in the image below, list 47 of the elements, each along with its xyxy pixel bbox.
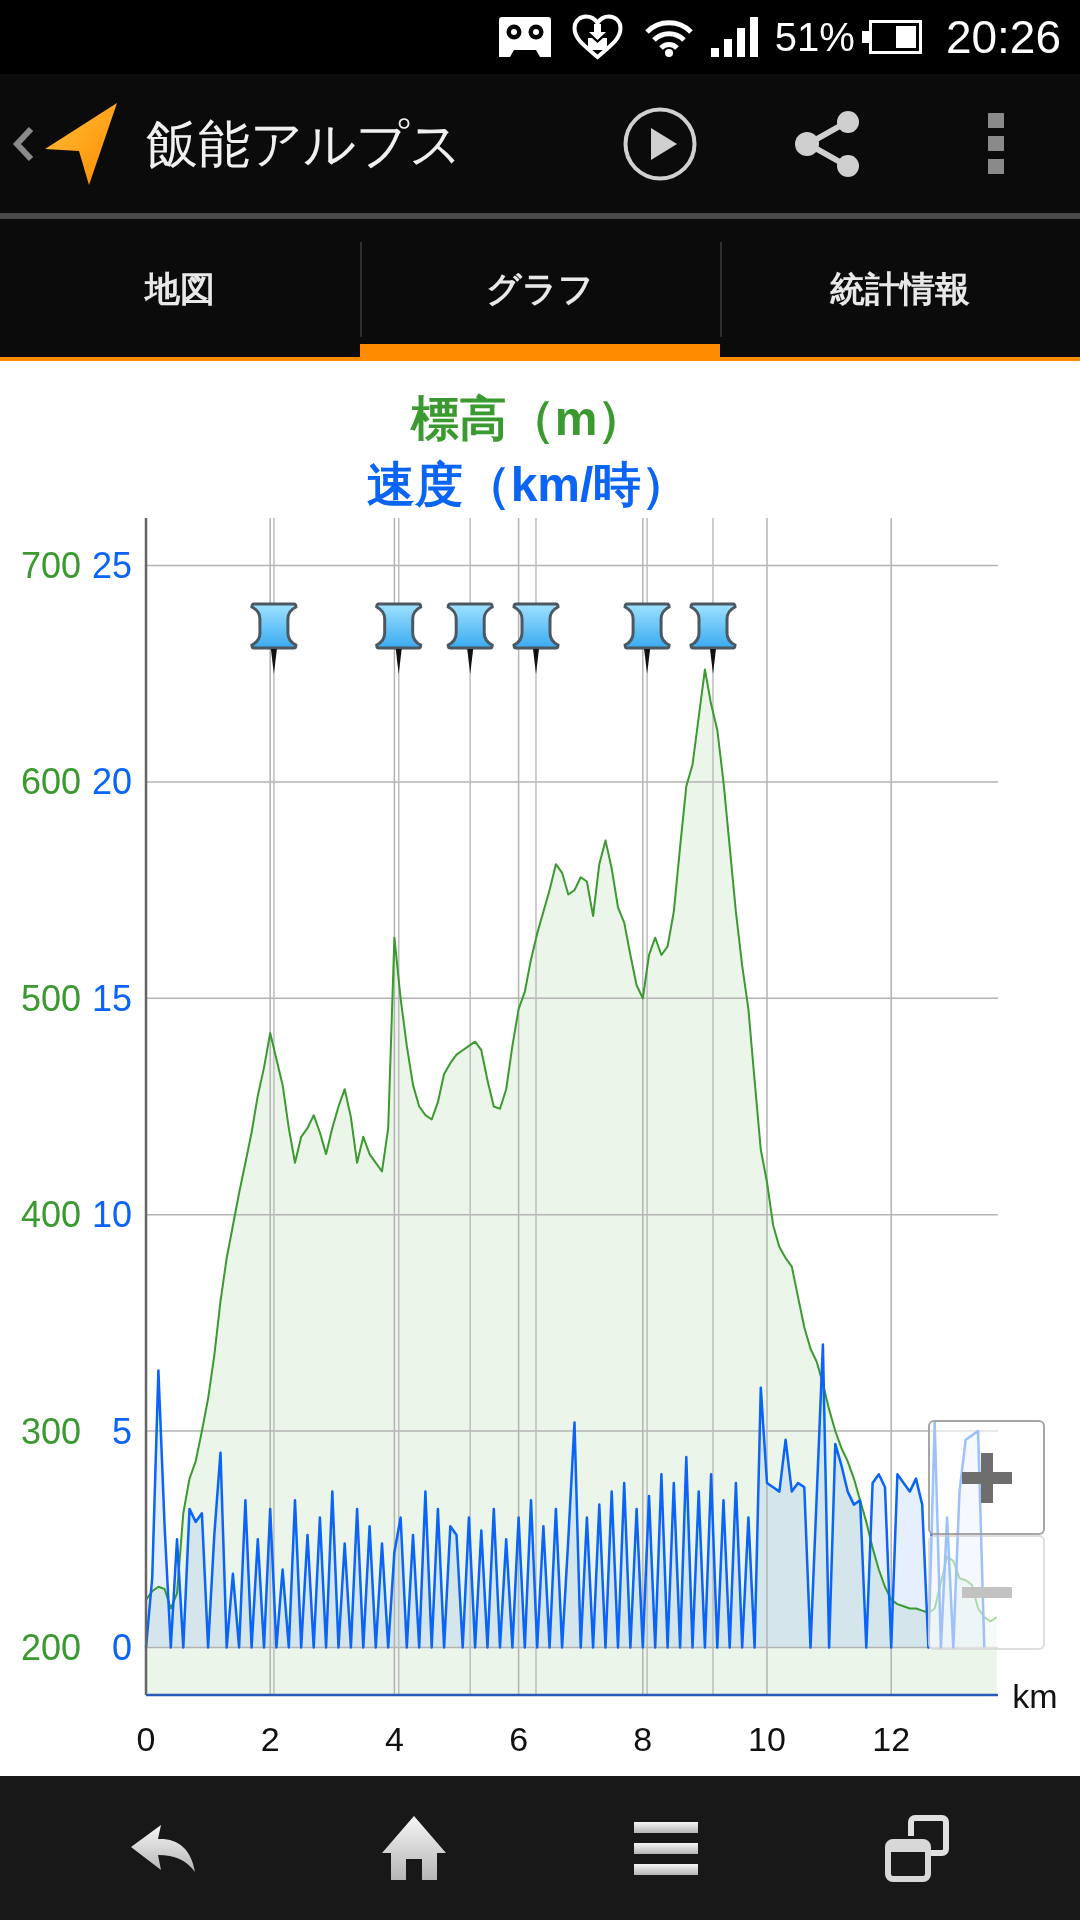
y-tick-label: 10 [91,1194,132,1236]
pushpin-icon [375,602,423,674]
pushpin-icon [250,602,298,674]
clock: 20:26 [945,11,1061,63]
menu-icon[interactable] [633,1821,698,1875]
tab[interactable]: 統計情報 [720,219,1080,361]
x-tick-label: 0 [136,1720,156,1758]
cassette-icon [498,17,551,57]
y-tick-label: 5 [111,1410,132,1452]
series-title: 標高（m） [410,391,646,447]
y-tick-label: 600 [20,761,81,803]
battery-icon [861,20,922,54]
tab[interactable]: グラフ [360,219,720,361]
y-tick-label: 700 [20,545,81,587]
x-tick-label: 10 [748,1720,786,1758]
pushpin-icon [446,602,494,674]
x-tick-label: 6 [509,1720,529,1758]
series-title: 速度（km/時） [366,457,690,513]
overflow-menu-icon[interactable] [988,113,1004,174]
wifi-icon [643,17,694,57]
recent-apps-icon[interactable] [885,1814,949,1882]
back-icon[interactable] [131,1824,195,1872]
x-tick-label: 4 [384,1720,404,1758]
y-tick-label: 500 [20,977,81,1019]
pushpin-icon [623,602,671,674]
share-icon[interactable] [795,110,861,177]
navigation-arrow-icon [45,102,117,185]
signal-icon [710,17,758,57]
play-icon[interactable] [623,106,697,181]
app-title: 飯能アルプス [146,113,462,175]
battery-percentage: 51% [774,15,855,59]
x-tick-label: 8 [633,1720,653,1758]
y-tick-label: 400 [20,1194,81,1236]
x-tick-label: 2 [260,1720,280,1758]
x-axis-label: km [1012,1677,1058,1715]
y-tick-label: 20 [91,761,132,803]
y-tick-label: 15 [91,977,132,1019]
y-tick-label: 25 [91,545,132,587]
y-tick-label: 200 [20,1626,81,1668]
zoom-in-button[interactable] [928,1420,1045,1535]
heart-icon [571,14,623,60]
y-tick-label: 0 [111,1626,132,1668]
x-tick-label: 12 [872,1720,911,1758]
chevron-left-icon[interactable] [12,125,34,162]
y-tick-label: 300 [20,1410,81,1452]
home-icon[interactable] [382,1816,447,1880]
tab[interactable]: 地図 [0,219,360,361]
